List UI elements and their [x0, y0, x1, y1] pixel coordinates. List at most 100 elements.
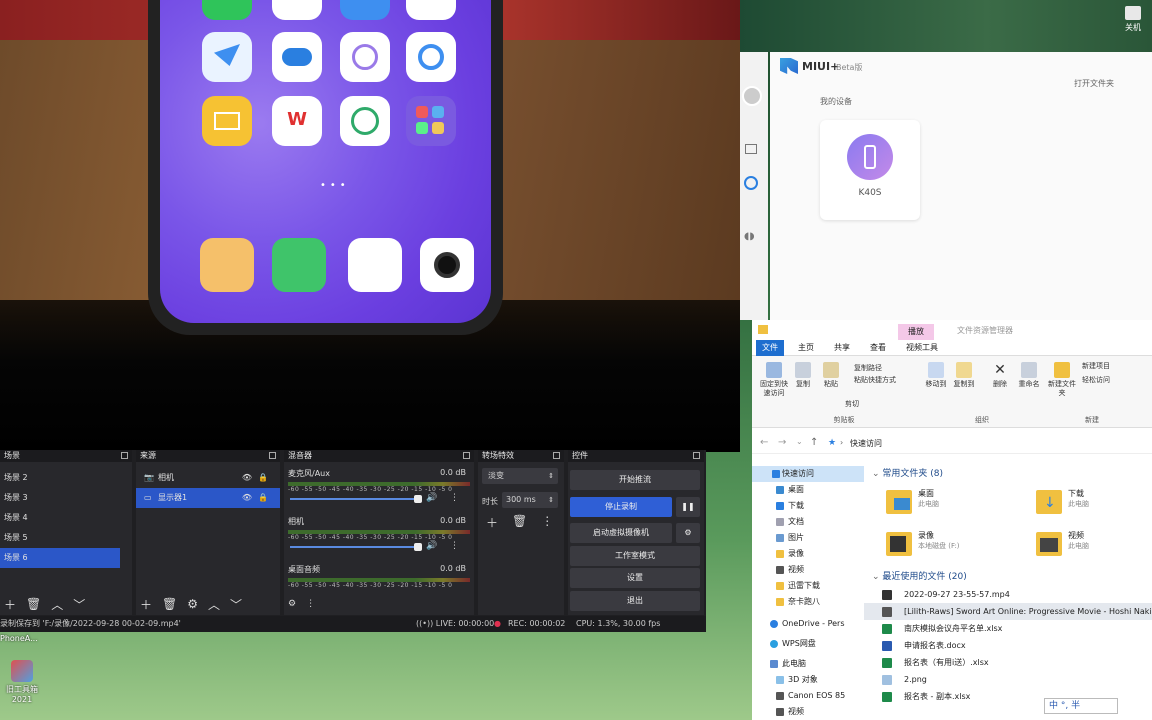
recent-file-row[interactable]: 2022-09-27 23-55-57.mp4	[864, 586, 1152, 603]
frequent-folders-header[interactable]: ⌄ 常用文件夹 (8)	[864, 466, 1152, 482]
nav-canon-camera[interactable]: Canon EOS 85	[752, 688, 864, 704]
duration-input[interactable]: 300 ms ⇕	[502, 492, 558, 508]
down-arrow-icon[interactable]: ﹀	[230, 596, 242, 613]
up-arrow-icon[interactable]: ︿	[51, 596, 63, 613]
up-icon[interactable]: ↑	[810, 437, 818, 448]
pin-quick-access-button[interactable]: 固定到快速访问	[758, 362, 790, 398]
recent-file-row[interactable]: 2.png	[864, 671, 1152, 688]
tab-home[interactable]: 主页	[792, 340, 820, 356]
context-tab-play[interactable]: 播放	[898, 324, 934, 340]
speaker-icon[interactable]: 🔊	[426, 541, 437, 551]
recent-files-header[interactable]: ⌄ 最近使用的文件 (20)	[864, 568, 1152, 586]
frequent-folder-videos[interactable]: 视频 此电脑	[1036, 528, 1152, 564]
recent-file-row[interactable]: 报名表（有用i送）.xlsx	[864, 654, 1152, 671]
start-streaming-button[interactable]: 开始推流	[570, 470, 700, 490]
volume-slider[interactable]: 🔊 ⋮	[288, 493, 470, 504]
paste-button[interactable]: 粘贴	[818, 362, 844, 389]
nav-recordings[interactable]: 录像	[752, 546, 864, 562]
cut-button[interactable]: 剪切	[832, 400, 872, 409]
studio-mode-button[interactable]: 工作室模式	[570, 546, 700, 566]
down-arrow-icon[interactable]: ﹀	[73, 596, 85, 613]
virtual-camera-settings-button[interactable]: ⚙	[676, 523, 700, 543]
scene-item-selected[interactable]: 场景 6	[0, 548, 120, 568]
volume-slider[interactable]: 🔊 ⋮	[288, 541, 470, 552]
nav-folder[interactable]: 奈卡跑八	[752, 594, 864, 610]
paste-shortcut-button[interactable]: 粘贴快捷方式	[854, 376, 910, 385]
nav-documents[interactable]: 文档	[752, 514, 864, 530]
tab-file[interactable]: 文件	[756, 340, 784, 356]
tab-video-tools[interactable]: 视频工具	[900, 340, 944, 356]
more-icon[interactable]: ⋮	[450, 541, 459, 551]
undock-icon[interactable]	[269, 452, 276, 459]
slider-handle[interactable]	[414, 543, 422, 551]
nav-videos-pc[interactable]: 视频	[752, 704, 864, 720]
more-icon[interactable]: ⋮	[306, 599, 315, 609]
new-folder-button[interactable]: 新建文件夹	[1048, 362, 1076, 398]
address-text[interactable]: 快速访问	[850, 438, 882, 449]
undock-icon[interactable]	[463, 452, 470, 459]
tab-view[interactable]: 查看	[864, 340, 892, 356]
forward-icon[interactable]: →	[778, 437, 786, 448]
advanced-audio-icon[interactable]: ⚙	[288, 599, 296, 609]
copy-path-button[interactable]: 复制路径	[854, 364, 902, 373]
trash-icon[interactable]: 🗑	[26, 597, 41, 611]
pause-recording-button[interactable]: ❚❚	[676, 497, 700, 517]
avatar[interactable]	[742, 86, 762, 106]
start-virtual-camera-button[interactable]: 启动虚拟摄像机	[570, 523, 672, 543]
exit-button[interactable]: 退出	[570, 591, 700, 611]
nav-wps-drive[interactable]: WPS网盘	[752, 636, 864, 652]
gear-icon[interactable]: ⚙	[187, 597, 198, 611]
delete-button[interactable]: ✕ 删除	[988, 362, 1012, 389]
settings-button[interactable]: 设置	[570, 568, 700, 588]
desktop-shortcut-toolbox[interactable]: 旧工具箱 2021	[0, 660, 44, 704]
lock-icon[interactable]: 🔒	[258, 488, 268, 508]
ime-indicator[interactable]: 中 °, 半	[1044, 698, 1118, 714]
scene-item[interactable]: 场景 3	[0, 488, 132, 508]
copy-button[interactable]: 复制	[792, 362, 814, 389]
frequent-folder-desktop[interactable]: 桌面 此电脑	[886, 486, 1006, 522]
device-card[interactable]: K40S	[820, 120, 920, 220]
new-item-button[interactable]: 新建项目	[1082, 362, 1130, 371]
scene-item[interactable]: 场景 2	[0, 468, 132, 488]
nav-quick-access[interactable]: 快速访问	[752, 466, 864, 482]
screen-icon[interactable]	[745, 144, 757, 154]
back-icon[interactable]: ←	[760, 437, 768, 448]
rename-button[interactable]: 重命名	[1014, 362, 1044, 389]
more-icon[interactable]: ⋮	[541, 514, 553, 531]
recent-file-row[interactable]: 申请报名表.docx	[864, 637, 1152, 654]
scene-item[interactable]: 场景 4	[0, 508, 132, 528]
desktop-shortcut-phone[interactable]: PhoneA...	[0, 634, 40, 643]
nav-videos[interactable]: 视频	[752, 562, 864, 578]
trash-icon[interactable]: 🗑	[512, 514, 527, 531]
undock-icon[interactable]	[693, 452, 700, 459]
undock-icon[interactable]	[121, 452, 128, 459]
eye-icon[interactable]: 👁	[242, 468, 252, 488]
trash-icon[interactable]: 🗑	[162, 597, 177, 611]
undock-icon[interactable]	[553, 452, 560, 459]
open-folder-link[interactable]: 打开文件夹	[1074, 78, 1114, 89]
move-to-button[interactable]: 移动到	[924, 362, 948, 389]
eye-icon[interactable]: 👁	[242, 488, 252, 508]
up-arrow-icon[interactable]: ︿	[208, 596, 220, 613]
scene-item[interactable]: 场景 5	[0, 528, 132, 548]
nav-downloads[interactable]: 下载	[752, 498, 864, 514]
copy-to-button[interactable]: 复制到	[952, 362, 976, 389]
nav-pictures[interactable]: 图片	[752, 530, 864, 546]
sync-icon[interactable]	[744, 176, 758, 190]
add-icon[interactable]: ＋	[140, 596, 152, 613]
recent-file-row[interactable]: [Lilith-Raws] Sword Art Online: Progress…	[864, 603, 1152, 620]
source-item-camera[interactable]: 📷 相机 👁 🔒	[136, 468, 280, 488]
nav-3d-objects[interactable]: 3D 对象	[752, 672, 864, 688]
headphones-icon[interactable]: ◖◗	[744, 232, 758, 242]
stepper-icon[interactable]: ⇕	[548, 492, 554, 508]
tab-share[interactable]: 共享	[828, 340, 856, 356]
slider-handle[interactable]	[414, 495, 422, 503]
shutdown-shortcut[interactable]: 关机	[1120, 6, 1146, 33]
chevron-down-icon[interactable]: ⌄	[796, 437, 803, 446]
easy-access-button[interactable]: 轻松访问	[1082, 376, 1130, 385]
lock-icon[interactable]: 🔒	[258, 468, 268, 488]
add-icon[interactable]: ＋	[4, 596, 16, 613]
frequent-folder-downloads[interactable]: ↓ 下载 此电脑	[1036, 486, 1152, 522]
add-icon[interactable]: ＋	[486, 514, 498, 531]
source-item-display[interactable]: ▭ 显示器1 👁 🔒	[136, 488, 280, 508]
